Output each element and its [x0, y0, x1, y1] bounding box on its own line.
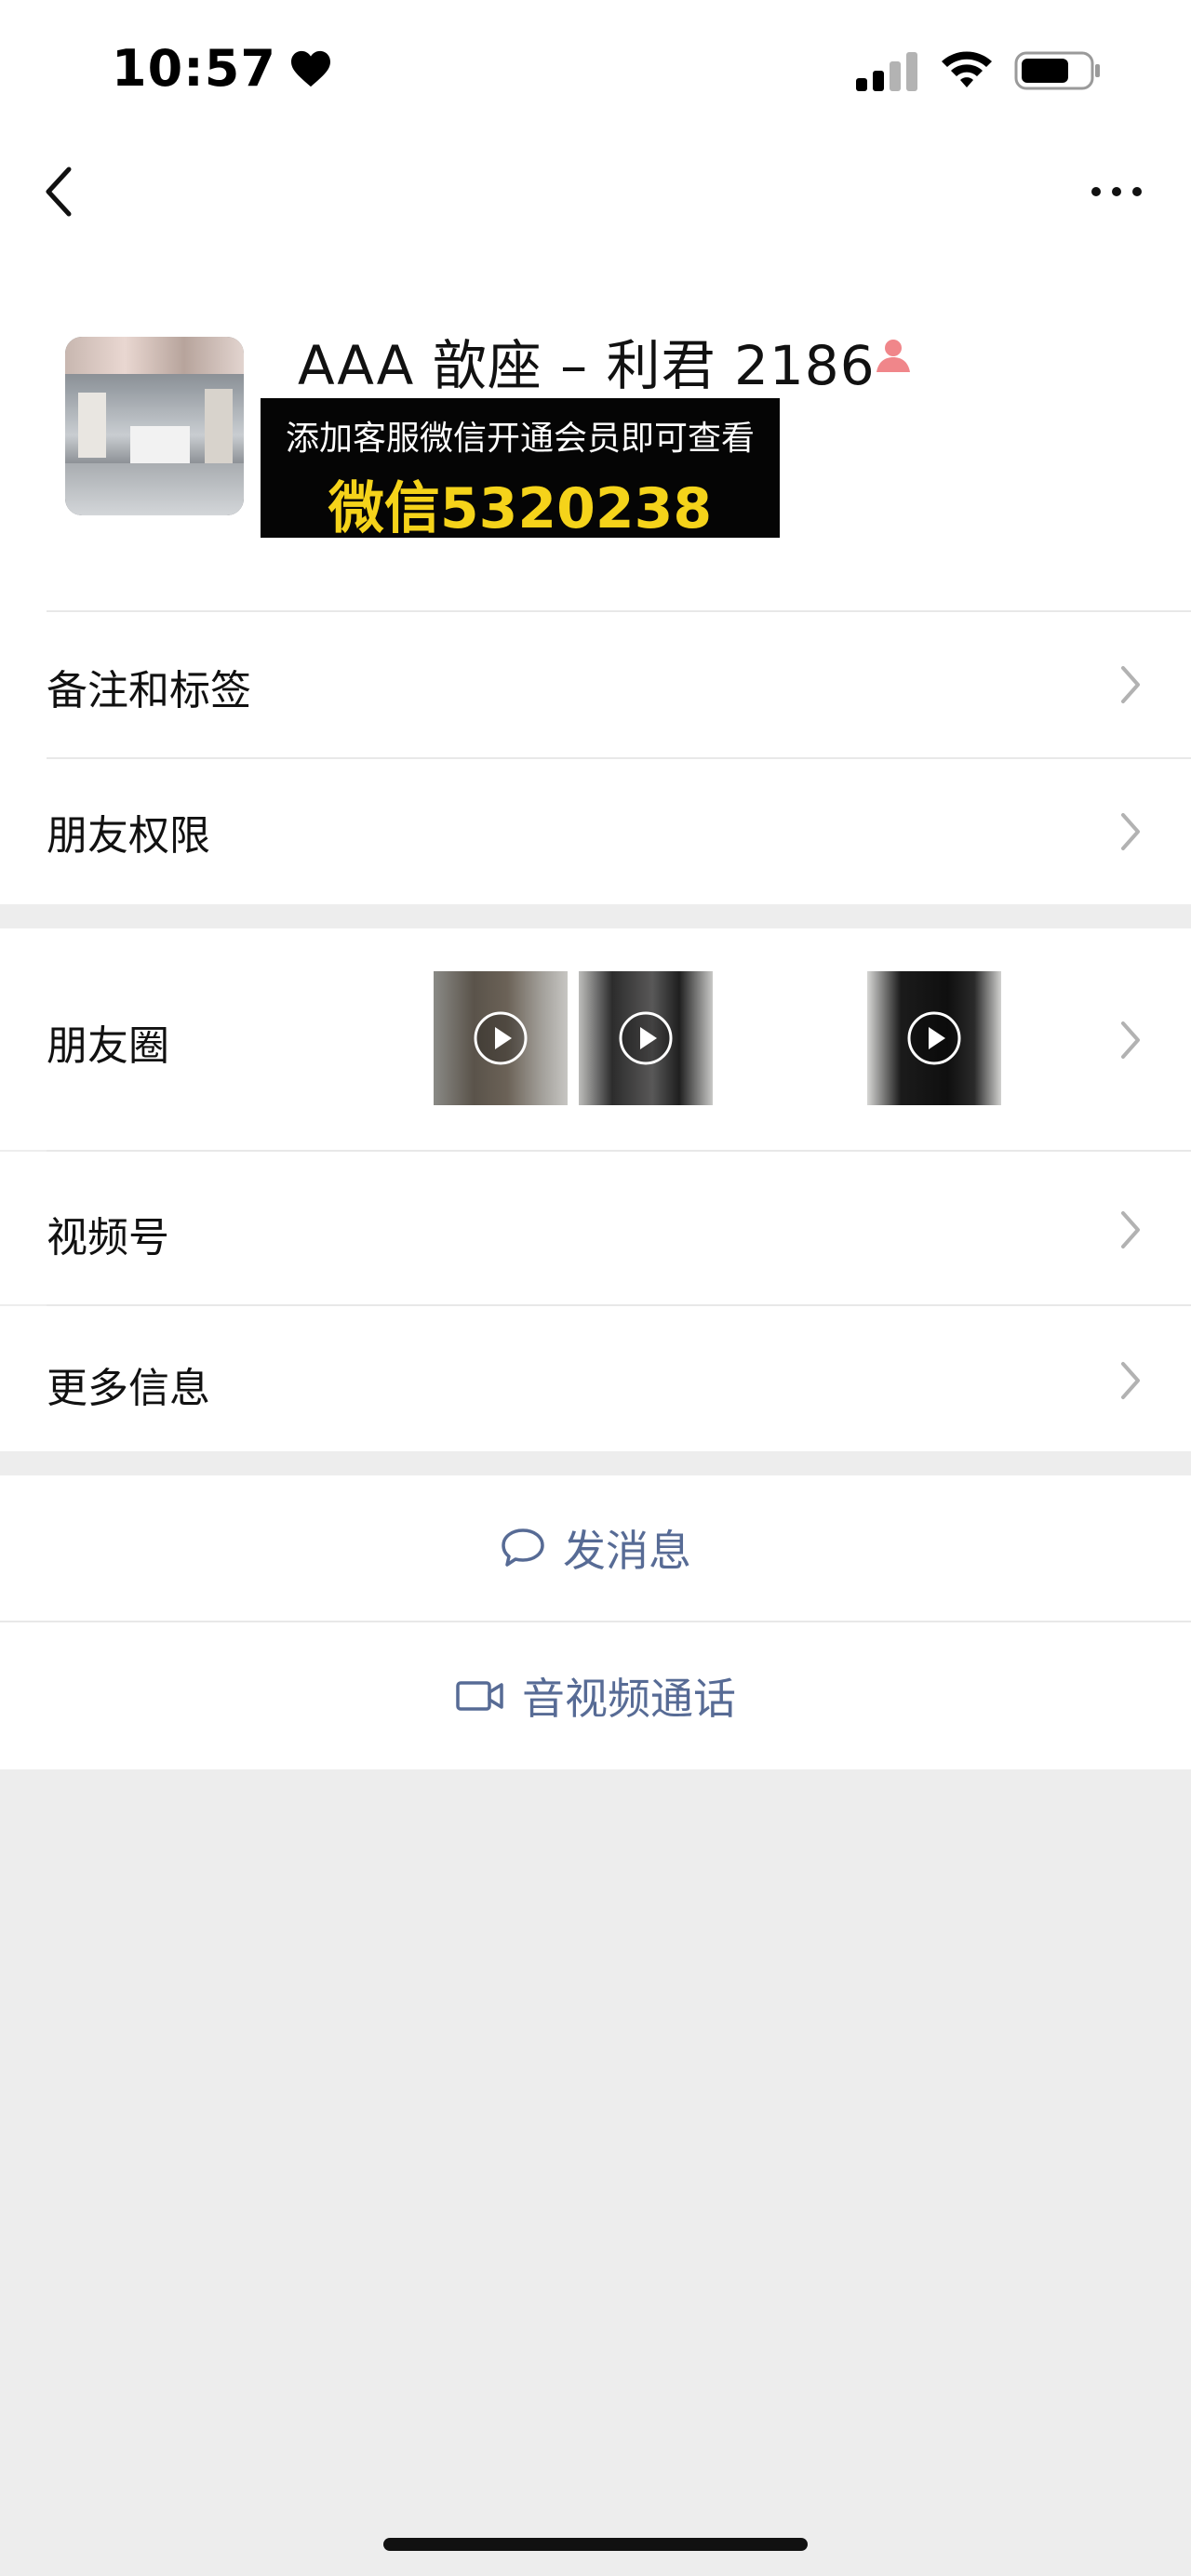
chevron-right-icon — [1121, 1362, 1140, 1399]
promo-wechat-id: 微信5320238 — [328, 476, 713, 541]
row-label: 视频号 — [47, 1214, 169, 1261]
promo-text: 添加客服微信开通会员即可查看 — [285, 420, 755, 458]
play-icon — [474, 1011, 528, 1065]
row-label: 朋友权限 — [47, 812, 210, 860]
contact-name: AAA 歆座 – 利君 2186 — [298, 334, 876, 397]
battery-icon — [1014, 51, 1100, 90]
person-icon — [877, 340, 910, 372]
status-time: 10:57 — [112, 39, 332, 98]
chevron-right-icon — [1121, 1211, 1140, 1248]
section-gap — [0, 1451, 1191, 1475]
row-label: 更多信息 — [47, 1365, 210, 1412]
wifi-icon — [942, 51, 992, 87]
promo-banner: 添加客服微信开通会员即可查看 微信5320238 — [261, 398, 780, 541]
status-time-text: 10:57 — [112, 39, 276, 98]
av-call-button[interactable]: 音视频通话 — [0, 1622, 1191, 1769]
more-options-button[interactable] — [1087, 173, 1146, 210]
home-indicator[interactable] — [383, 2538, 808, 2551]
back-button[interactable] — [37, 164, 82, 220]
moments-video-thumbnail[interactable] — [434, 971, 568, 1105]
moments-video-thumbnail[interactable] — [867, 971, 1001, 1105]
chevron-right-icon — [1121, 1021, 1140, 1059]
moments-video-thumbnail[interactable] — [579, 971, 713, 1105]
chat-bubble-icon — [502, 1528, 544, 1567]
play-icon — [907, 1011, 961, 1065]
video-camera-icon — [456, 1681, 503, 1711]
row-label: 备注和标签 — [47, 667, 251, 714]
friend-permissions-row[interactable]: 朋友权限 — [0, 759, 1191, 904]
chevron-right-icon — [1121, 813, 1140, 850]
av-call-label: 音视频通话 — [522, 1674, 736, 1724]
chevron-right-icon — [1121, 666, 1140, 703]
heart-icon — [290, 50, 330, 87]
send-message-button[interactable]: 发消息 — [0, 1475, 1191, 1621]
play-icon — [619, 1011, 673, 1065]
avatar[interactable] — [65, 337, 244, 515]
signal-icon — [856, 52, 917, 91]
row-label: 朋友圈 — [47, 1022, 169, 1070]
section-gap — [0, 904, 1191, 928]
send-message-label: 发消息 — [563, 1526, 691, 1576]
more-info-row[interactable]: 更多信息 — [0, 1306, 1191, 1451]
channels-row[interactable]: 视频号 — [0, 1152, 1191, 1304]
remarks-tags-row[interactable]: 备注和标签 — [0, 612, 1191, 757]
